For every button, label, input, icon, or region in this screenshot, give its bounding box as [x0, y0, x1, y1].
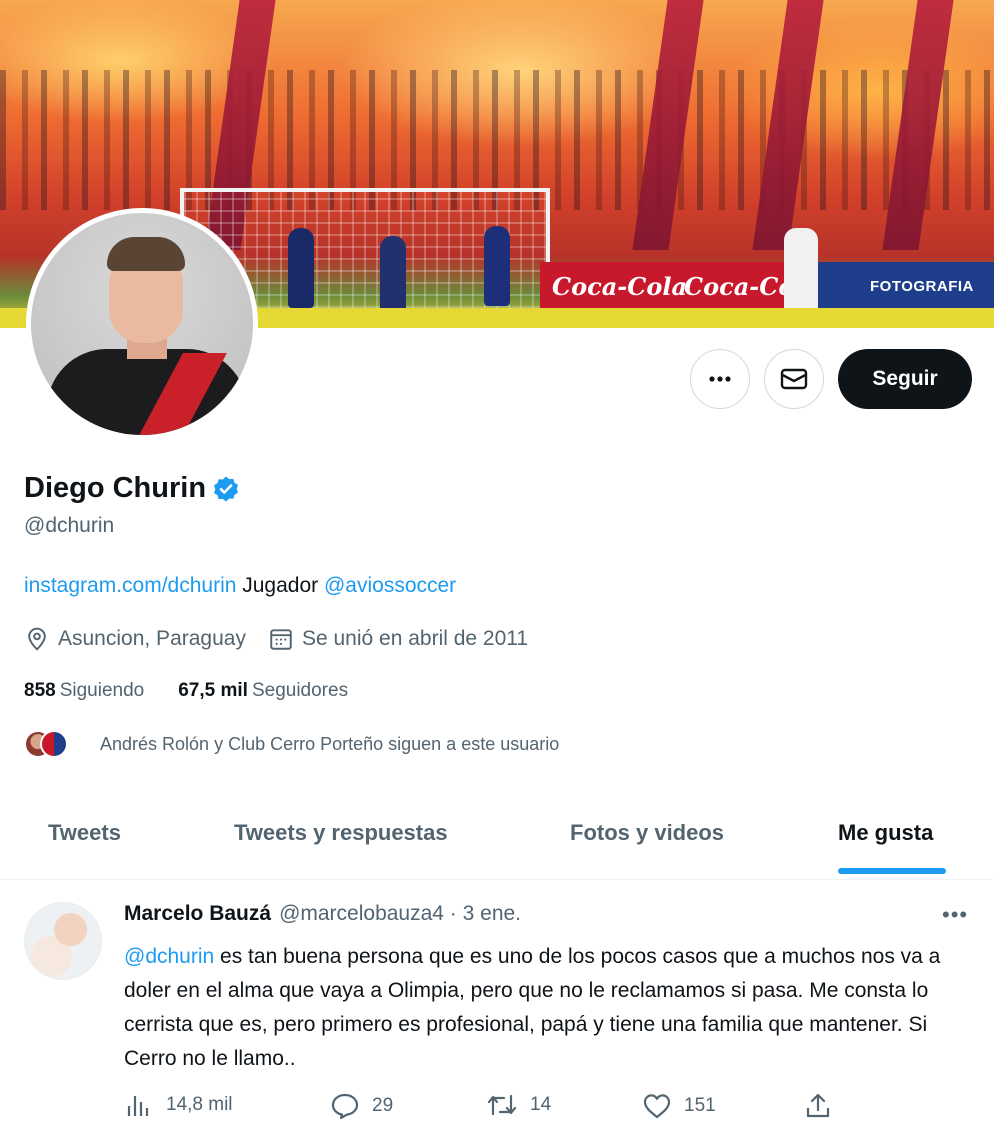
- message-button[interactable]: [764, 349, 824, 409]
- more-options-button[interactable]: [690, 349, 750, 409]
- views-action[interactable]: 14,8 mil: [124, 1092, 233, 1118]
- tab-media[interactable]: Fotos y videos: [570, 820, 724, 846]
- reply-icon: [331, 1093, 359, 1120]
- tweet-header: Marcelo Bauzá @marcelobauza4 · 3 ene.: [124, 902, 521, 926]
- followers-count: 67,5 mil: [178, 680, 248, 701]
- following-label: Siguiendo: [59, 680, 145, 701]
- tweet-handle-date[interactable]: @marcelobauza4 · 3 ene.: [279, 902, 521, 926]
- share-action[interactable]: [804, 1092, 832, 1120]
- known-followers-text: Andrés Rolón y Club Cerro Porteño siguen…: [100, 733, 560, 754]
- heart-icon: [643, 1094, 671, 1119]
- banner-ad-text: FOTOGRAFIA: [870, 278, 974, 295]
- tweet-actions: 14,8 mil 29 14 151: [124, 1092, 844, 1128]
- bio-mention[interactable]: @aviossoccer: [324, 574, 456, 597]
- banner-player: [288, 228, 314, 308]
- profile-location: Asuncion, Paraguay: [24, 626, 246, 652]
- tweet-author-avatar[interactable]: [24, 902, 102, 980]
- followers-link[interactable]: 67,5 mil Seguidores: [178, 680, 348, 702]
- location-pin-icon: [28, 627, 46, 651]
- tab-likes[interactable]: Me gusta: [838, 820, 933, 846]
- retweet-icon: [487, 1094, 517, 1116]
- tweet-body: es tan buena persona que es uno de los p…: [124, 945, 941, 1070]
- avatar-hair: [107, 237, 185, 271]
- views-count: 14,8 mil: [166, 1094, 233, 1115]
- retweet-count: 14: [530, 1094, 552, 1115]
- tweet-author-name[interactable]: Marcelo Bauzá: [124, 902, 271, 926]
- like-action[interactable]: 151: [642, 1092, 716, 1120]
- following-link[interactable]: 858 Siguiendo: [24, 680, 144, 702]
- follow-button[interactable]: Seguir: [838, 349, 972, 409]
- bio-link[interactable]: instagram.com/dchurin: [24, 574, 236, 597]
- tweet-mention[interactable]: @dchurin: [124, 945, 214, 968]
- like-count: 151: [684, 1095, 716, 1116]
- tab-tweets-replies[interactable]: Tweets y respuestas: [234, 820, 448, 846]
- banner-player: [484, 226, 510, 306]
- verified-badge-icon[interactable]: [212, 475, 240, 503]
- reply-count: 29: [372, 1095, 394, 1116]
- profile-joined: Se unió en abril de 2011: [268, 626, 528, 652]
- profile-bio: instagram.com/dchurin Jugador @aviossocc…: [24, 574, 456, 598]
- calendar-icon: [270, 629, 292, 650]
- location-text: Asuncion, Paraguay: [58, 627, 246, 650]
- profile-avatar[interactable]: [26, 208, 258, 440]
- profile-meta: Asuncion, Paraguay Se unió en abril de 2…: [24, 626, 550, 652]
- profile-name-row: Diego Churin: [24, 472, 240, 505]
- share-icon: [806, 1093, 830, 1118]
- banner-player: [380, 236, 406, 316]
- tweet-more-icon[interactable]: •••: [942, 902, 968, 928]
- bio-text: Jugador: [236, 574, 324, 597]
- envelope-icon: [780, 368, 808, 390]
- joined-text: Se unió en abril de 2011: [301, 627, 529, 650]
- tweet-text: @dchurin es tan buena persona que es uno…: [124, 940, 964, 1076]
- active-tab-indicator: [838, 868, 946, 874]
- analytics-icon: [127, 1096, 149, 1116]
- following-count: 858: [24, 680, 56, 701]
- known-followers[interactable]: Andrés Rolón y Club Cerro Porteño siguen…: [24, 730, 559, 758]
- banner-ad-text: Coca-Cola: [552, 272, 688, 301]
- profile-name: Diego Churin: [24, 472, 207, 504]
- profile-stats: 858 Siguiendo 67,5 mil Seguidores: [24, 680, 348, 702]
- followers-label: Seguidores: [251, 680, 349, 701]
- known-follower-avatar: [40, 730, 68, 758]
- more-icon: [709, 376, 731, 382]
- profile-handle: @dchurin: [24, 514, 115, 537]
- retweet-action[interactable]: 14: [486, 1092, 551, 1118]
- tab-tweets[interactable]: Tweets: [48, 820, 121, 846]
- reply-action[interactable]: 29: [330, 1092, 393, 1120]
